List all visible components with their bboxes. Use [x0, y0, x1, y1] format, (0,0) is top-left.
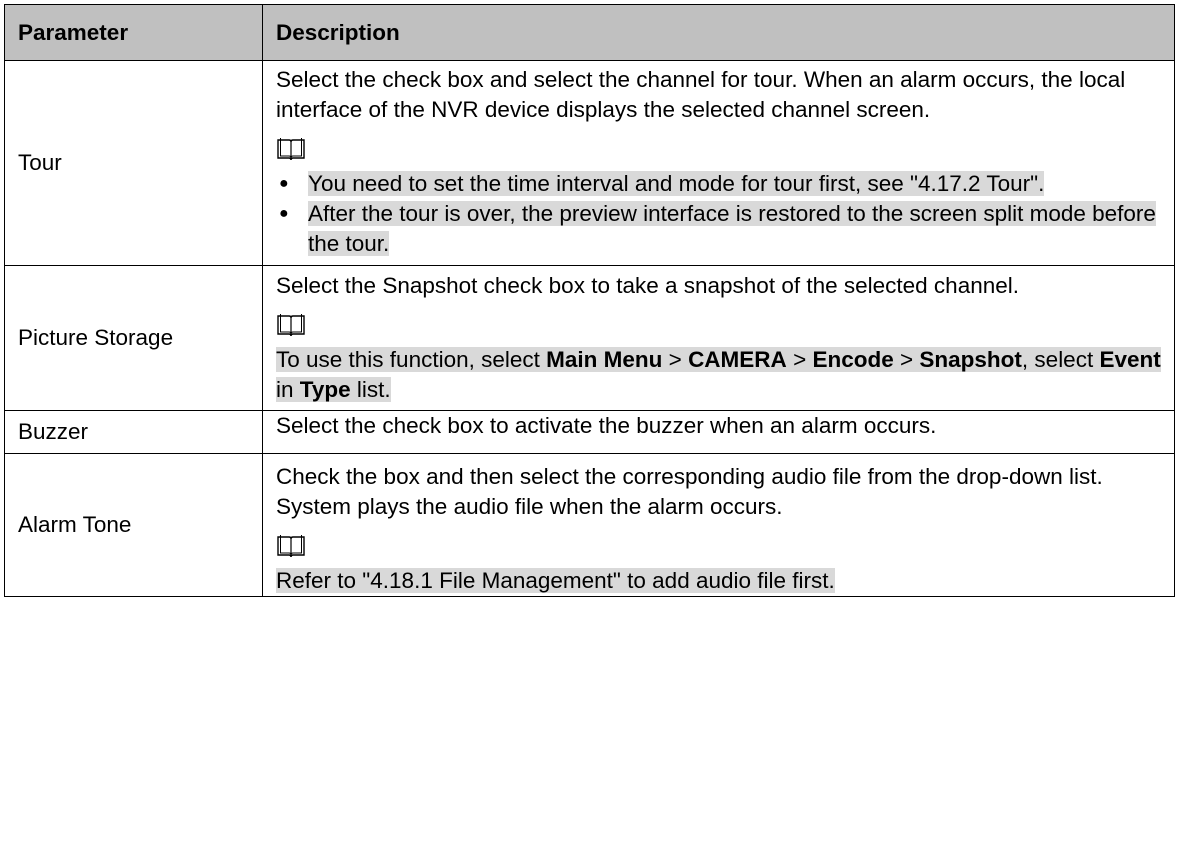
description-text: Select the check box and select the chan… — [276, 67, 1126, 122]
menu-path-main-menu: Main Menu — [546, 347, 663, 372]
note-text: Refer to "4.18.1 File Management" to add… — [276, 566, 1166, 596]
note-bullet-text: After the tour is over, the preview inte… — [308, 201, 1156, 256]
menu-path-encode: Encode — [812, 347, 894, 372]
list-item: ● After the tour is over, the preview int… — [276, 199, 1166, 259]
description-text: Check the box and then select the corres… — [276, 464, 1103, 519]
list-item: ● You need to set the time interval and m… — [276, 169, 1166, 199]
header-description: Description — [262, 4, 1175, 61]
param-description: Select the check box to activate the buz… — [262, 410, 1175, 454]
table-header-row: Parameter Description — [4, 4, 1175, 61]
param-name: Buzzer — [4, 410, 263, 454]
note-book-icon — [277, 535, 305, 558]
note-text: To use this function, select Main Menu >… — [276, 345, 1166, 405]
note-bullet-text: You need to set the time interval and mo… — [308, 171, 1045, 196]
table-row: Buzzer Select the check box to activate … — [4, 410, 1175, 454]
note-bullet-list: ● You need to set the time interval and m… — [276, 169, 1166, 259]
table-row: Picture Storage Select the Snapshot chec… — [4, 265, 1175, 411]
option-event: Event — [1099, 347, 1161, 372]
note-segment: , select — [1021, 347, 1100, 372]
parameter-table: Parameter Description Tour Select the ch… — [4, 4, 1175, 597]
table-row: Alarm Tone Check the box and then select… — [4, 453, 1175, 597]
param-description: Select the check box and select the chan… — [262, 60, 1175, 266]
table-row: Tour Select the check box and select the… — [4, 60, 1175, 266]
menu-path-snapshot: Snapshot — [919, 347, 1022, 372]
param-name: Tour — [4, 60, 263, 266]
field-type: Type — [299, 377, 351, 402]
note-book-icon — [277, 138, 305, 161]
note-segment: list. — [350, 377, 391, 402]
menu-path-camera: CAMERA — [688, 347, 787, 372]
note-segment: in — [276, 377, 300, 402]
note-segment: > — [786, 347, 813, 372]
header-parameter: Parameter — [4, 4, 263, 61]
param-description: Select the Snapshot check box to take a … — [262, 265, 1175, 411]
note-segment: To use this function, select — [276, 347, 547, 372]
bullet-dot-icon: ● — [279, 175, 289, 192]
bullet-dot-icon: ● — [279, 205, 289, 222]
param-name: Picture Storage — [4, 265, 263, 411]
note-segment: > — [893, 347, 920, 372]
note-book-icon — [277, 314, 305, 337]
param-description: Check the box and then select the corres… — [262, 453, 1175, 597]
param-name: Alarm Tone — [4, 453, 263, 597]
note-segment: > — [662, 347, 689, 372]
note-highlight: Refer to "4.18.1 File Management" to add… — [276, 568, 835, 593]
description-text: Select the Snapshot check box to take a … — [276, 273, 1019, 298]
